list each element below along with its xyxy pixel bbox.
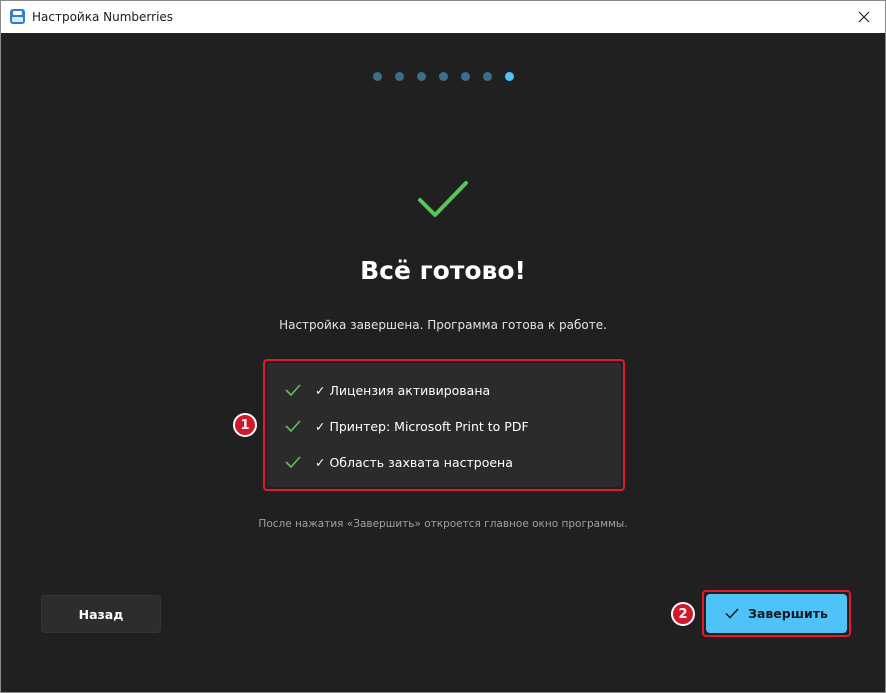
footnote: После нажатия «Завершить» откроется глав… bbox=[258, 518, 628, 530]
check-icon bbox=[285, 456, 301, 468]
summary-item-label: ✓ Область захвата настроена bbox=[315, 455, 513, 470]
annotation-badge-1: 1 bbox=[233, 413, 257, 437]
annotation-badge-2: 2 bbox=[671, 602, 695, 626]
step-dot bbox=[373, 72, 382, 81]
check-icon bbox=[285, 420, 301, 432]
window-title: Настройка Numberries bbox=[32, 10, 174, 24]
setup-summary: ✓ Лицензия активирована ✓ Принтер: Micro… bbox=[267, 363, 621, 487]
step-dot bbox=[483, 72, 492, 81]
app-icon bbox=[10, 9, 25, 24]
check-icon bbox=[285, 384, 301, 396]
step-dot bbox=[461, 72, 470, 81]
setup-window: Настройка Numberries Всё готово! Настрой… bbox=[0, 0, 886, 693]
wizard-content: Всё готово! Настройка завершена. Програм… bbox=[1, 33, 885, 692]
summary-item-label: ✓ Принтер: Microsoft Print to PDF bbox=[315, 419, 529, 434]
finish-button-label: Завершить bbox=[748, 606, 828, 621]
step-dot-active bbox=[505, 72, 514, 81]
page-subtitle: Настройка завершена. Программа готова к … bbox=[279, 318, 607, 332]
back-button[interactable]: Назад bbox=[41, 595, 161, 633]
check-icon bbox=[725, 608, 739, 619]
step-dot bbox=[439, 72, 448, 81]
close-icon bbox=[858, 11, 870, 23]
page-title: Всё готово! bbox=[360, 256, 526, 285]
finish-button[interactable]: Завершить bbox=[706, 594, 847, 633]
step-dot bbox=[395, 72, 404, 81]
success-check-icon bbox=[418, 181, 468, 217]
step-dot bbox=[417, 72, 426, 81]
summary-item-label: ✓ Лицензия активирована bbox=[315, 383, 491, 398]
close-button[interactable] bbox=[851, 5, 877, 29]
title-bar: Настройка Numberries bbox=[1, 1, 885, 33]
